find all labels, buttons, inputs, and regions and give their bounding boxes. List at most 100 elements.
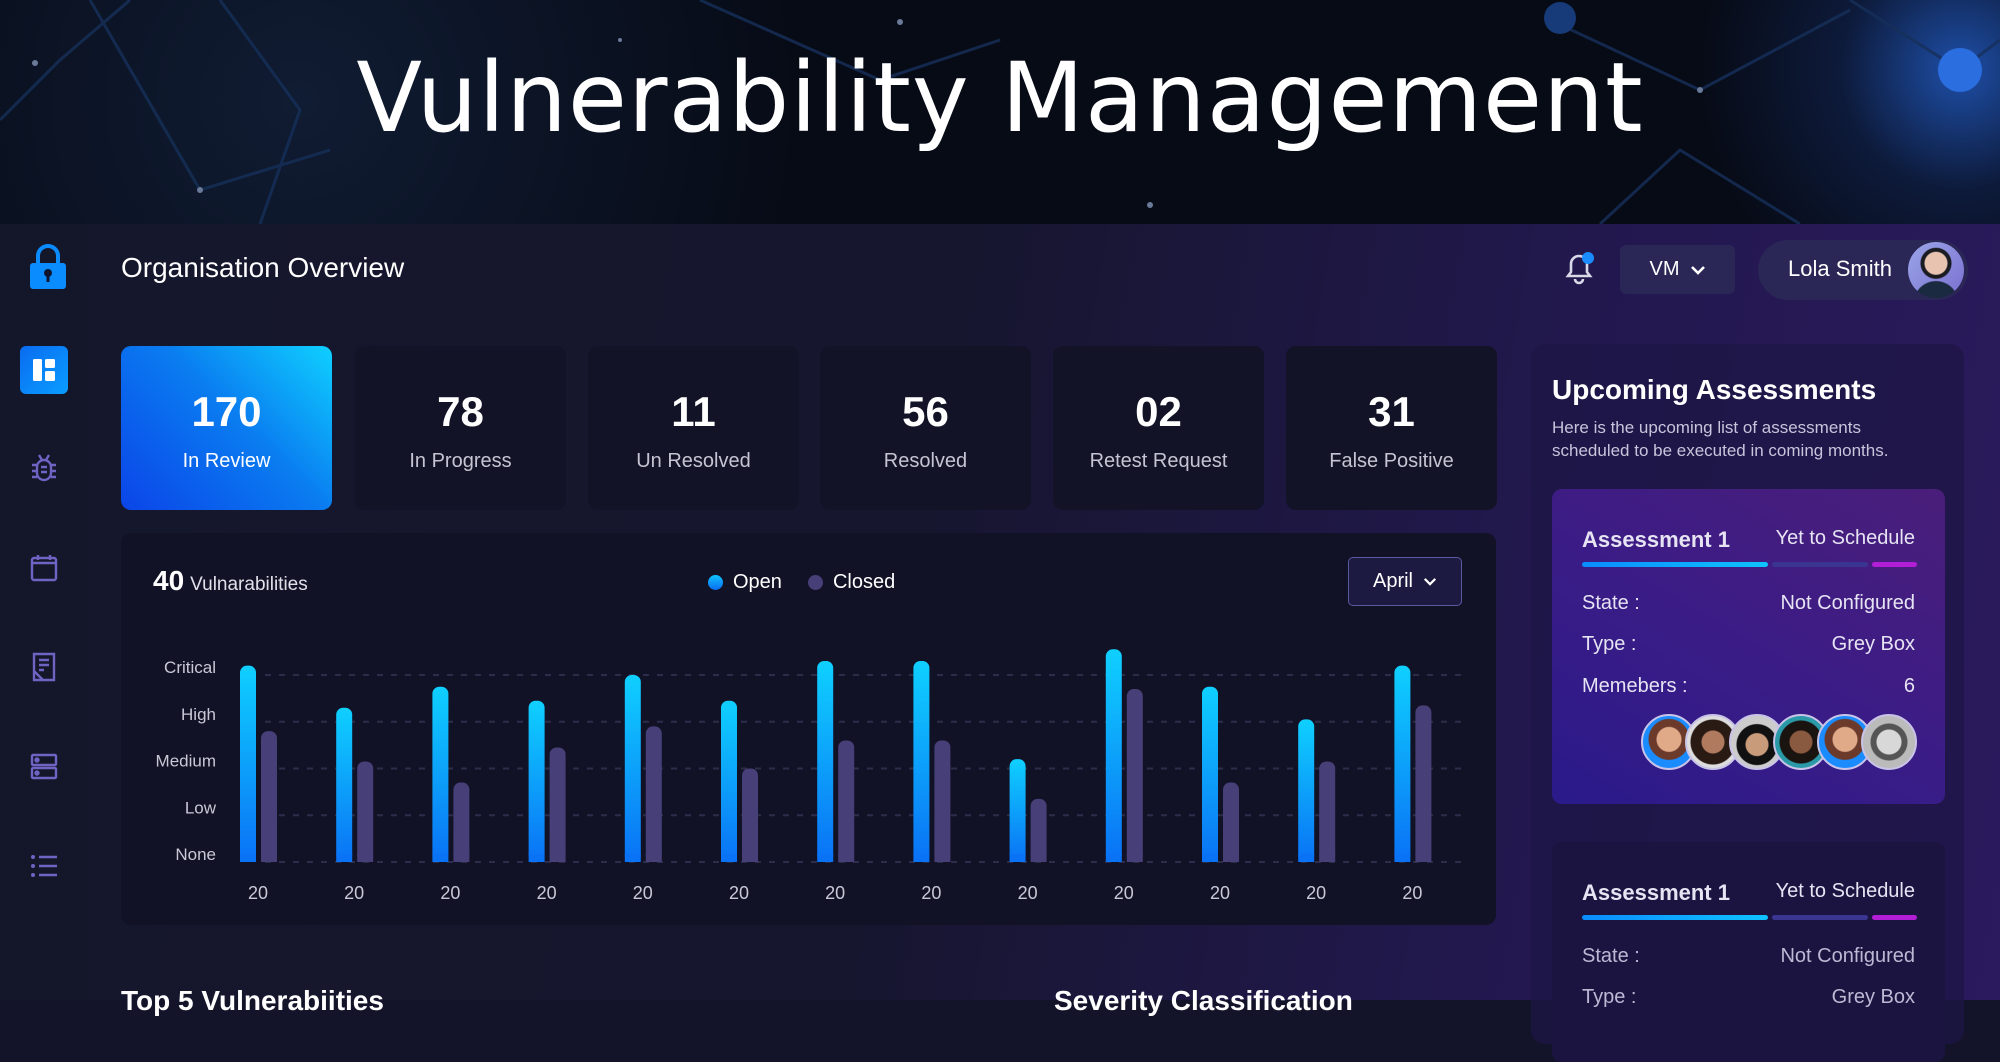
bar-open[interactable] bbox=[721, 700, 737, 862]
workspace-label: VM bbox=[1649, 258, 1680, 280]
progress-segment bbox=[1582, 562, 1768, 567]
bar-base bbox=[1126, 854, 1143, 862]
bar-closed[interactable] bbox=[1223, 782, 1239, 862]
bar-closed[interactable] bbox=[357, 761, 374, 862]
bar-closed[interactable] bbox=[838, 740, 855, 862]
sidebar-item-calendar[interactable] bbox=[22, 546, 66, 590]
stat-value: 56 bbox=[902, 388, 949, 435]
user-menu[interactable]: Lola Smith bbox=[1758, 240, 1968, 300]
bar-base bbox=[1105, 854, 1122, 862]
progress-segment bbox=[1872, 915, 1917, 920]
user-avatar[interactable] bbox=[1908, 242, 1964, 298]
bar-base bbox=[432, 854, 449, 862]
bar-open[interactable] bbox=[336, 707, 353, 862]
stat-card-in-review[interactable]: 170 In Review bbox=[121, 346, 332, 510]
bar-closed[interactable] bbox=[453, 782, 470, 862]
sidebar-item-servers[interactable] bbox=[22, 745, 66, 789]
description-line: Here is the upcoming list of assessments bbox=[1552, 418, 1861, 437]
stat-label: In Review bbox=[182, 450, 271, 472]
stat-label: In Progress bbox=[409, 450, 512, 472]
list-icon bbox=[31, 855, 57, 877]
bar-open[interactable] bbox=[817, 660, 834, 862]
stat-value: 31 bbox=[1368, 388, 1415, 435]
x-tick-label: 20 bbox=[440, 883, 460, 903]
bar-closed[interactable] bbox=[934, 740, 951, 862]
stat-value: 11 bbox=[671, 388, 716, 435]
bar-base bbox=[645, 854, 662, 862]
server-icon bbox=[30, 753, 58, 780]
bell-icon bbox=[1565, 252, 1594, 285]
state-value: Not Configured bbox=[1780, 592, 1915, 614]
bar-base bbox=[1009, 854, 1026, 862]
x-tick-label: 20 bbox=[1210, 883, 1230, 903]
state-value: Not Configured bbox=[1780, 945, 1915, 967]
stat-value: 170 bbox=[191, 388, 262, 435]
bar-base bbox=[1223, 854, 1239, 862]
bar-closed[interactable] bbox=[261, 731, 277, 862]
bar-open[interactable] bbox=[1298, 719, 1315, 862]
stat-card-false-positive[interactable]: 31 False Positive bbox=[1286, 346, 1497, 510]
bar-base bbox=[817, 854, 834, 862]
x-tick-label: 20 bbox=[1306, 883, 1326, 903]
assessment-card[interactable]: Assessment 1 Yet to Schedule State : Not C… bbox=[1552, 842, 1945, 1062]
assessment-status: Yet to Schedule bbox=[1775, 880, 1915, 902]
report-icon bbox=[32, 652, 56, 682]
assessment-name: Assessment 1 bbox=[1582, 880, 1730, 905]
assessments-title: Upcoming Assessments bbox=[1552, 374, 1877, 405]
description-line: scheduled to be executed in coming month… bbox=[1552, 441, 1889, 460]
type-value: Grey Box bbox=[1831, 633, 1915, 655]
x-tick-label: 20 bbox=[1114, 883, 1134, 903]
y-tick-label: Critical bbox=[164, 658, 216, 677]
assessment-card[interactable]: Assessment 1 Yet to Schedule State : Not C… bbox=[1552, 489, 1945, 804]
bar-base bbox=[1298, 854, 1315, 862]
sidebar-item-reports[interactable] bbox=[22, 645, 66, 689]
type-label: Type : bbox=[1582, 633, 1637, 655]
stat-card-in-progress[interactable]: 78 In Progress bbox=[355, 346, 566, 510]
stat-card-retest-request[interactable]: 02 Retest Request bbox=[1053, 346, 1264, 510]
top-bar: Organisation Overview VM Lola Smith bbox=[89, 224, 2000, 312]
stat-card-resolved[interactable]: 56 Resolved bbox=[820, 346, 1031, 510]
bar-closed[interactable] bbox=[1415, 705, 1432, 862]
bar-base bbox=[1202, 854, 1218, 862]
x-tick-label: 20 bbox=[633, 883, 653, 903]
bar-base bbox=[549, 854, 566, 862]
bar-closed[interactable] bbox=[1126, 689, 1143, 862]
bar-closed[interactable] bbox=[742, 768, 758, 863]
avatar[interactable] bbox=[1861, 714, 1917, 770]
state-label: State : bbox=[1582, 592, 1640, 614]
bar-open[interactable] bbox=[913, 660, 930, 862]
bar-base bbox=[528, 854, 545, 862]
bar-base bbox=[336, 854, 353, 862]
sidebar-item-list[interactable] bbox=[22, 844, 66, 888]
bar-base bbox=[453, 854, 470, 862]
bar-base bbox=[357, 854, 374, 862]
top5-vulnerabilities-title: Top 5 Vulnerabiities bbox=[121, 985, 384, 1016]
bar-closed[interactable] bbox=[549, 747, 566, 862]
bar-open[interactable] bbox=[624, 675, 641, 862]
bar-open[interactable] bbox=[1009, 759, 1026, 862]
sidebar-item-vulnerabilities[interactable] bbox=[22, 446, 66, 490]
bar-open[interactable] bbox=[528, 700, 545, 862]
banner: Vulnerability Management bbox=[0, 0, 2000, 224]
bar-open[interactable] bbox=[1202, 686, 1218, 862]
x-tick-label: 20 bbox=[1018, 883, 1038, 903]
bar-closed[interactable] bbox=[1319, 761, 1336, 862]
progress-segment bbox=[1582, 915, 1768, 920]
vulnerabilities-chart-panel: 40 Vulnarabilities Open Closed April Non… bbox=[121, 533, 1496, 925]
x-tick-label: 20 bbox=[248, 883, 268, 903]
stat-label: Retest Request bbox=[1089, 450, 1228, 472]
bar-base bbox=[934, 854, 951, 862]
bar-base bbox=[1415, 854, 1432, 862]
bar-open[interactable] bbox=[240, 665, 256, 862]
calendar-icon bbox=[30, 555, 58, 582]
workspace-dropdown[interactable]: VM bbox=[1620, 245, 1735, 294]
sidebar-item-dashboard[interactable] bbox=[20, 346, 68, 394]
bar-closed[interactable] bbox=[1030, 798, 1047, 862]
bar-open[interactable] bbox=[1105, 649, 1122, 862]
bar-open[interactable] bbox=[1394, 665, 1411, 862]
notification-button[interactable] bbox=[1559, 248, 1599, 288]
bar-open[interactable] bbox=[432, 686, 449, 862]
user-name: Lola Smith bbox=[1788, 256, 1892, 281]
bar-closed[interactable] bbox=[645, 726, 662, 862]
stat-card-unresolved[interactable]: 11 Un Resolved bbox=[588, 346, 799, 510]
